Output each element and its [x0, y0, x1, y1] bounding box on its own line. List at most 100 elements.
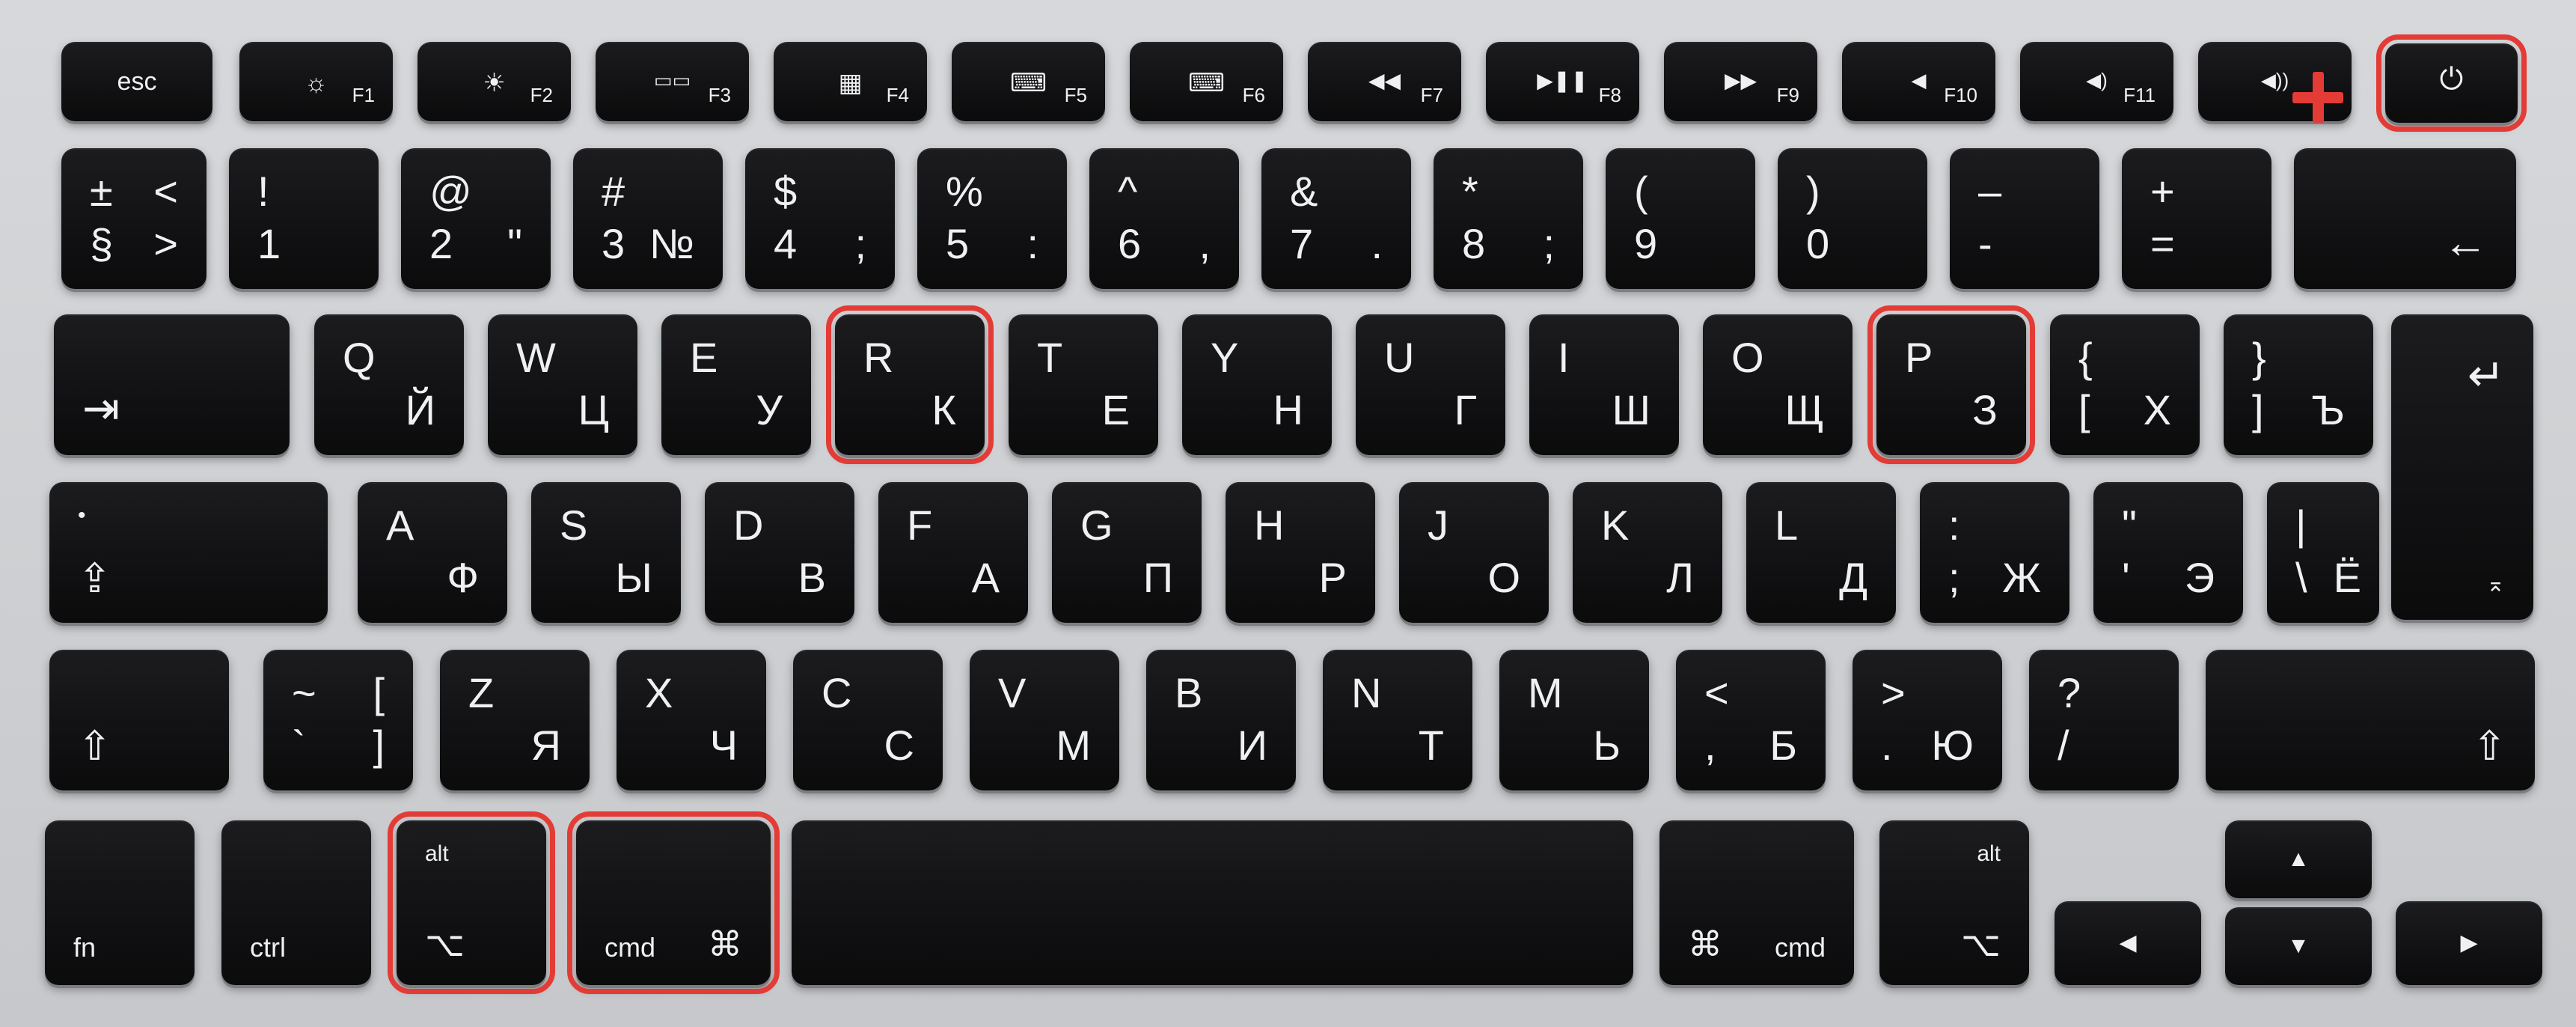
key-return[interactable]: ↵ ⌅ — [2391, 314, 2533, 620]
key-label-shift: | — [2295, 502, 2307, 549]
key-label-en: L — [1775, 502, 1799, 549]
key-section[interactable]: ± § < > — [61, 148, 206, 289]
key-f2[interactable]: ☀ F2 — [417, 42, 571, 121]
key-e[interactable]: E У — [661, 314, 811, 455]
key-r[interactable]: R К — [826, 305, 994, 464]
key-g[interactable]: G П — [1052, 482, 1202, 623]
key-j[interactable]: J О — [1399, 482, 1549, 623]
key-c[interactable]: C С — [793, 650, 943, 790]
key-esc[interactable]: esc — [61, 42, 212, 121]
key-f10[interactable]: ◀ F10 — [1842, 42, 1995, 121]
key-f5[interactable]: ⌨ F5 — [952, 42, 1105, 121]
key-label-base: = — [2150, 220, 2175, 267]
key-n[interactable]: N Т — [1323, 650, 1472, 790]
key-o[interactable]: O Щ — [1703, 314, 1853, 455]
return-arrow-icon: ↵ — [2467, 350, 2505, 400]
key-f11[interactable]: ◀) F11 — [2020, 42, 2173, 121]
key-4[interactable]: $ 4 ; — [745, 148, 895, 289]
key-f1[interactable]: ☼ F1 — [239, 42, 393, 121]
key-6[interactable]: ^ 6 , — [1089, 148, 1239, 289]
key-f7[interactable]: ◀◀ F7 — [1308, 42, 1461, 121]
key-caps-lock[interactable]: • ⇪ — [49, 482, 328, 623]
key-label-en: Y — [1211, 334, 1239, 381]
key-equal[interactable]: + = — [2122, 148, 2271, 289]
key-label-ru: Д — [1839, 554, 1867, 601]
key-left-cmd[interactable]: cmd ⌘ — [567, 811, 780, 994]
key-5[interactable]: % 5 : — [917, 148, 1067, 289]
power-icon: ⏻ — [2439, 63, 2464, 96]
key-space[interactable] — [792, 820, 1633, 985]
key-9[interactable]: ( 9 — [1606, 148, 1755, 289]
key-b[interactable]: B И — [1146, 650, 1296, 790]
key-tilde[interactable]: ~ ` [ ] — [263, 650, 413, 790]
key-label-ru: Х — [2143, 386, 2171, 433]
key-label-ru: > — [153, 220, 178, 267]
tab-arrow-icon: ⇥ — [82, 383, 120, 433]
key-i[interactable]: I Ш — [1529, 314, 1679, 455]
key-label-base: \ — [2295, 554, 2307, 601]
key-backspace[interactable]: ← — [2294, 148, 2516, 289]
key-minus[interactable]: – - — [1950, 148, 2099, 289]
key-right-alt[interactable]: alt ⌥ — [1879, 820, 2029, 985]
key-t[interactable]: T Е — [1009, 314, 1158, 455]
key-arrow-right[interactable]: ▶ — [2396, 901, 2542, 985]
key-label: cmd — [605, 932, 656, 963]
key-y[interactable]: Y Н — [1182, 314, 1332, 455]
key-label-en: I — [1558, 334, 1570, 381]
key-arrow-left[interactable]: ◀ — [2055, 901, 2201, 985]
key-u[interactable]: U Г — [1356, 314, 1505, 455]
key-f[interactable]: F А — [878, 482, 1028, 623]
key-a[interactable]: A Ф — [358, 482, 507, 623]
key-label-ru: Ч — [709, 722, 738, 769]
key-3[interactable]: # 3 № — [573, 148, 723, 289]
key-l[interactable]: L Д — [1746, 482, 1896, 623]
key-fn[interactable]: fn — [45, 820, 195, 985]
key-q[interactable]: Q Й — [314, 314, 464, 455]
key-arrow-down[interactable]: ▼ — [2225, 907, 2372, 985]
key-d[interactable]: D В — [705, 482, 854, 623]
key-f9[interactable]: ▶▶ F9 — [1664, 42, 1817, 121]
key-label-base: 4 — [774, 220, 798, 267]
key-arrow-up[interactable]: ▲ — [2225, 820, 2372, 898]
key-period[interactable]: > . Ю — [1853, 650, 2002, 790]
key-left-shift[interactable]: ⇧ — [49, 650, 229, 790]
key-comma[interactable]: < , Б — [1676, 650, 1826, 790]
key-left-alt[interactable]: alt ⌥ — [388, 811, 555, 994]
key-f8[interactable]: ▶❚❚ F8 — [1486, 42, 1639, 121]
key-label-en: G — [1080, 502, 1113, 549]
key-p[interactable]: P З — [1867, 305, 2035, 464]
key-x[interactable]: X Ч — [617, 650, 766, 790]
key-left-bracket[interactable]: { [ Х — [2050, 314, 2200, 455]
key-8[interactable]: * 8 ; — [1434, 148, 1583, 289]
key-z[interactable]: Z Я — [440, 650, 590, 790]
key-7[interactable]: & 7 . — [1261, 148, 1411, 289]
key-2[interactable]: @ 2 " — [401, 148, 551, 289]
key-f6[interactable]: ⌨ F6 — [1130, 42, 1283, 121]
key-slash[interactable]: ? / — [2029, 650, 2179, 790]
key-label-base: [ — [2078, 386, 2090, 433]
key-f3[interactable]: ▭▭ F3 — [596, 42, 749, 121]
key-k[interactable]: K Л — [1573, 482, 1722, 623]
key-label-ru: Ш — [1612, 386, 1650, 433]
key-ctrl[interactable]: ctrl — [221, 820, 371, 985]
key-f4[interactable]: ▦ F4 — [774, 42, 927, 121]
key-s[interactable]: S Ы — [531, 482, 681, 623]
key-w[interactable]: W Ц — [488, 314, 637, 455]
key-label-base: 5 — [946, 220, 970, 267]
key-m[interactable]: M Ь — [1499, 650, 1649, 790]
key-label-ru: " — [507, 220, 522, 267]
key-right-bracket[interactable]: } ] Ъ — [2224, 314, 2373, 455]
key-label-en: H — [1254, 502, 1285, 549]
key-h[interactable]: H Р — [1226, 482, 1375, 623]
key-power[interactable]: ⏻ — [2376, 34, 2527, 132]
key-label-shift: " — [2122, 502, 2137, 549]
key-right-cmd[interactable]: ⌘ cmd — [1659, 820, 1854, 985]
key-semicolon[interactable]: : ; Ж — [1920, 482, 2069, 623]
key-right-shift[interactable]: ⇧ — [2206, 650, 2535, 790]
key-backslash[interactable]: | \ Ё — [2267, 482, 2379, 623]
key-quote[interactable]: " ' Э — [2093, 482, 2243, 623]
key-0[interactable]: ) 0 — [1778, 148, 1927, 289]
key-1[interactable]: ! 1 — [229, 148, 379, 289]
key-tab[interactable]: ⇥ — [54, 314, 290, 455]
key-v[interactable]: V М — [970, 650, 1119, 790]
